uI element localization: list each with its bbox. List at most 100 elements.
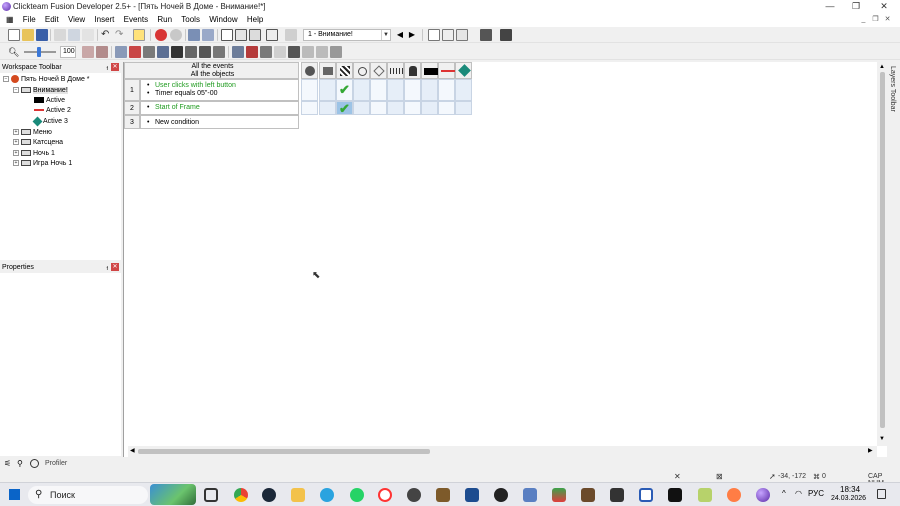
taskbar-search[interactable]: ⚲ Поиск <box>28 486 148 504</box>
zoom-icon[interactable]: 🔍︎ <box>8 46 20 58</box>
action-cell[interactable] <box>353 79 370 101</box>
menu-file[interactable]: File <box>19 13 39 24</box>
file-explorer-icon[interactable] <box>291 488 305 502</box>
scroll-right-icon[interactable]: ▶ <box>868 447 873 454</box>
action-cell[interactable] <box>438 79 455 101</box>
special-conditions-header-icon[interactable] <box>301 62 318 79</box>
action-cell[interactable] <box>301 79 318 101</box>
action-cell[interactable] <box>438 101 455 115</box>
3d-app-icon[interactable] <box>552 488 566 502</box>
horizontal-scroll-thumb[interactable] <box>138 449 430 454</box>
event-row-1[interactable]: • User clicks with left button • Timer equ… <box>140 79 299 101</box>
task-view-icon[interactable] <box>204 488 218 502</box>
tree-item-frame-vnimanie[interactable]: − Внимание! <box>13 86 68 95</box>
event-row-number[interactable]: 3 <box>124 115 140 129</box>
chrome-icon[interactable] <box>234 488 248 502</box>
expand-icon[interactable]: + <box>13 150 19 157</box>
undo-icon[interactable]: ↶ <box>101 29 113 41</box>
event-row-2[interactable]: • Start of Frame <box>140 101 299 115</box>
mdi-restore-icon[interactable]: ❐ <box>871 15 880 24</box>
tree-item-frame-katscena[interactable]: + Катсцена <box>13 138 63 147</box>
whatsapp-icon[interactable] <box>350 488 364 502</box>
event-row-number[interactable]: 2 <box>124 101 140 115</box>
action-cell[interactable] <box>353 101 370 115</box>
network-icon[interactable]: ◠ <box>795 489 802 498</box>
horizontal-scrollbar[interactable]: ◀ ▶ <box>128 446 877 457</box>
close-icon[interactable]: ✕ <box>111 263 119 271</box>
clock-date[interactable]: 24.03.2026 <box>831 495 866 502</box>
text-tool-icon[interactable] <box>285 29 297 41</box>
condition-line[interactable]: • User clicks with left button <box>147 82 298 90</box>
delete-icon[interactable] <box>246 46 258 58</box>
menu-tools[interactable]: Tools <box>177 13 203 24</box>
frame-select[interactable]: 1 - Внимание! ▼ <box>303 29 391 41</box>
browser-window-icon[interactable] <box>639 488 653 502</box>
photo-app-icon[interactable] <box>465 488 479 502</box>
timer-header-icon[interactable] <box>353 62 370 79</box>
event-list-editor-icon[interactable] <box>235 29 247 41</box>
event-editor-icon[interactable] <box>221 29 233 41</box>
action-cell[interactable] <box>404 79 421 101</box>
dot-icon[interactable] <box>185 46 197 58</box>
menu-insert[interactable]: Insert <box>90 13 117 24</box>
close-icon[interactable]: ✕ <box>111 63 119 71</box>
image-editor-icon[interactable] <box>436 488 450 502</box>
insert-group-icon[interactable] <box>456 29 468 41</box>
data-elements-icon[interactable] <box>249 29 261 41</box>
properties-view-icon[interactable] <box>266 29 278 41</box>
action-cell[interactable] <box>301 101 318 115</box>
player-header-icon[interactable] <box>404 62 421 79</box>
minecraft-icon[interactable] <box>581 488 595 502</box>
clock-time[interactable]: 18:34 <box>840 485 860 494</box>
scissors-icon[interactable] <box>129 46 141 58</box>
event-row-number[interactable]: 1 <box>124 79 140 101</box>
create-new-objects-header-icon[interactable] <box>370 62 387 79</box>
yandex-browser-icon[interactable] <box>378 488 392 502</box>
insert-comment-icon[interactable] <box>442 29 454 41</box>
calculator-icon[interactable] <box>523 488 537 502</box>
mouse-keyboard-header-icon[interactable] <box>387 62 404 79</box>
frame-editor-icon[interactable] <box>202 29 214 41</box>
collapse-icon[interactable]: − <box>13 87 19 94</box>
storyboard-header-icon[interactable] <box>336 62 353 79</box>
steam-icon[interactable] <box>262 488 276 502</box>
menu-help[interactable]: Help <box>243 13 266 24</box>
help-icon[interactable] <box>133 29 145 41</box>
save-icon[interactable] <box>36 29 48 41</box>
action-cell[interactable] <box>421 101 438 115</box>
tree-item-frame-noch-1[interactable]: + Ночь 1 <box>13 149 55 158</box>
text-object-icon[interactable] <box>157 46 169 58</box>
menu-run[interactable]: Run <box>153 13 175 24</box>
path-icon[interactable] <box>274 46 286 58</box>
windows-start-icon[interactable] <box>9 489 20 500</box>
previous-frame-icon[interactable]: ◀ <box>394 29 406 41</box>
align-icon[interactable] <box>115 46 127 58</box>
checkerboard-icon[interactable] <box>171 46 183 58</box>
sound-header-icon[interactable] <box>319 62 336 79</box>
close-button[interactable]: ✕ <box>874 1 894 12</box>
scroll-left-icon[interactable]: ◀ <box>130 447 135 454</box>
restore-button[interactable]: ❐ <box>846 1 866 12</box>
action-cell[interactable] <box>370 79 387 101</box>
snap-icon[interactable] <box>96 46 108 58</box>
run-application-icon[interactable] <box>155 29 167 41</box>
tree-item-frame-menu[interactable]: + Меню <box>13 128 52 137</box>
action-cell[interactable] <box>404 101 421 115</box>
search-tab-icon[interactable]: ⚲ <box>17 459 23 468</box>
new-condition-row[interactable]: • New condition <box>140 115 299 129</box>
github-icon[interactable] <box>494 488 508 502</box>
clickteam-fusion-icon[interactable] <box>756 488 770 502</box>
tree-item-active[interactable]: Active <box>34 96 65 105</box>
layout-icon[interactable] <box>232 46 244 58</box>
action-cell[interactable] <box>421 79 438 101</box>
firefox-icon[interactable] <box>727 488 741 502</box>
zoom-slider-thumb[interactable] <box>37 47 41 57</box>
gallery-app-icon[interactable] <box>407 488 421 502</box>
profiler-tab[interactable]: Profiler <box>45 460 67 467</box>
menu-edit[interactable]: Edit <box>41 13 62 24</box>
toggle-grid-icon[interactable] <box>82 46 94 58</box>
expand-icon[interactable]: + <box>13 139 19 146</box>
action-cell[interactable] <box>387 79 404 101</box>
new-file-icon[interactable] <box>8 29 20 41</box>
notifications-icon[interactable] <box>877 489 886 499</box>
